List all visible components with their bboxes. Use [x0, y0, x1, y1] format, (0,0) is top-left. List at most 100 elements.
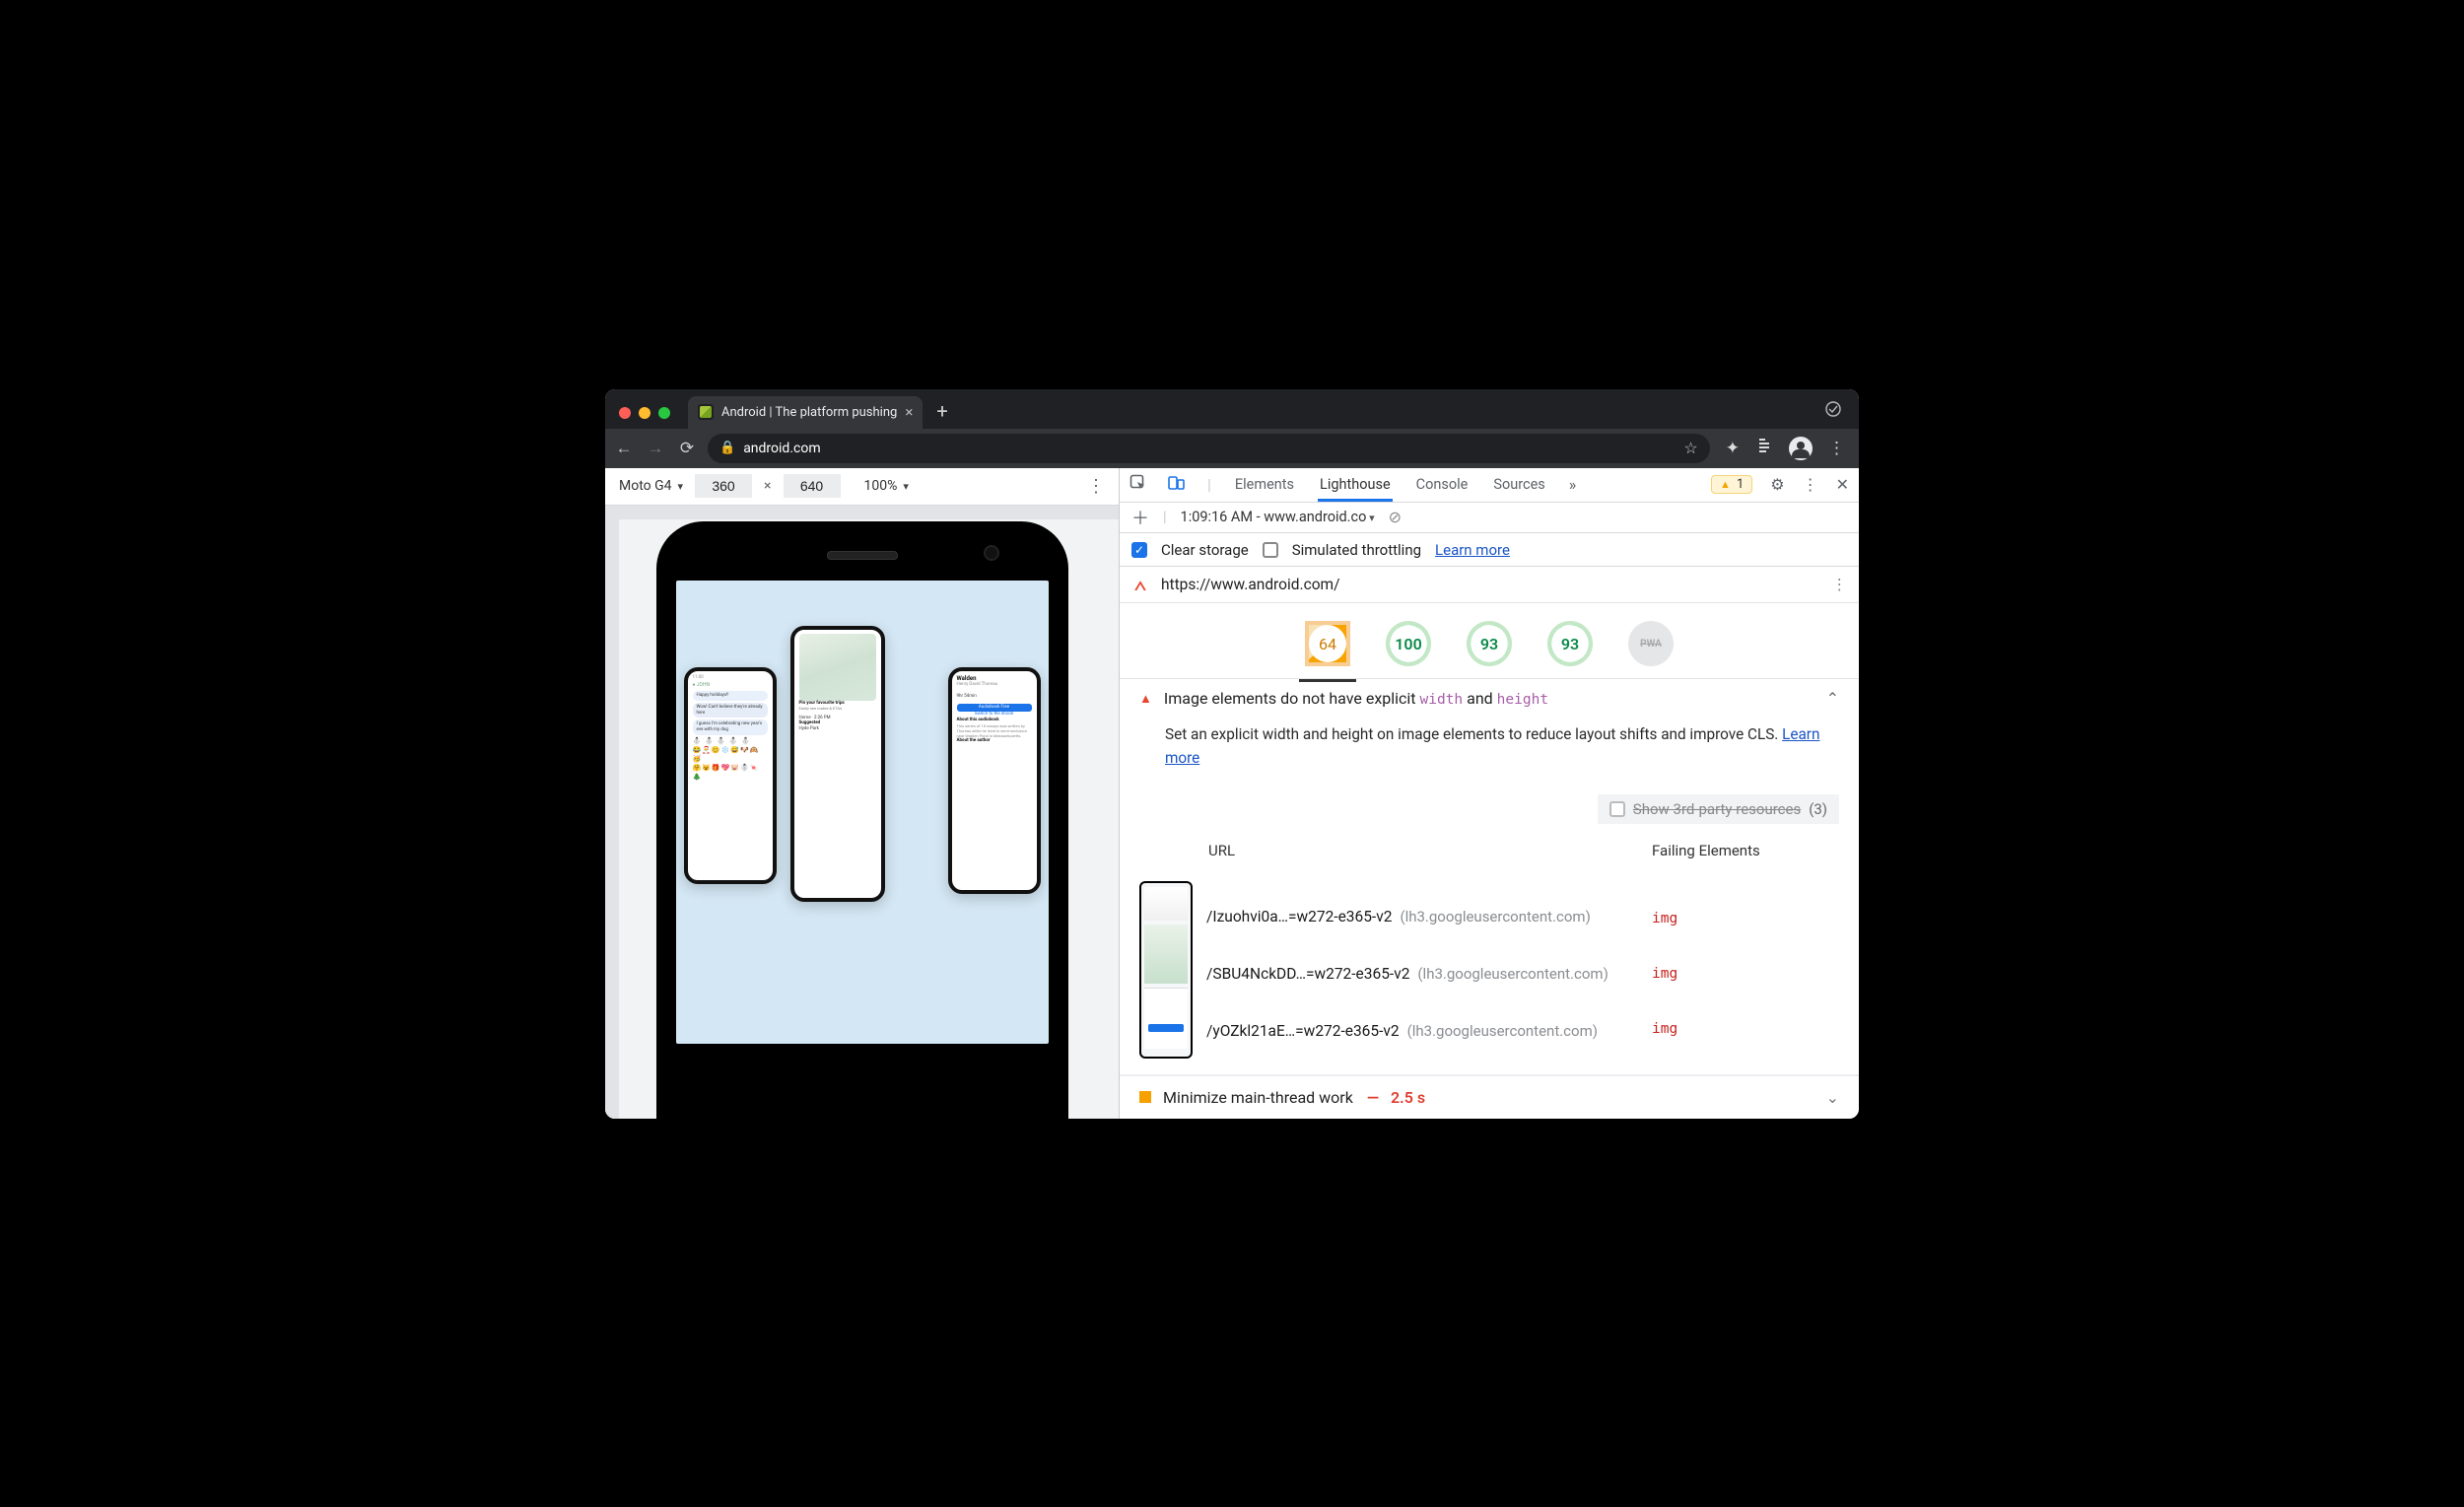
minimize-window-icon[interactable]: [639, 407, 650, 419]
audit-header[interactable]: Image elements do not have explicit widt…: [1139, 689, 1839, 708]
tab-sources[interactable]: Sources: [1491, 468, 1546, 502]
fail-triangle-icon: [1139, 691, 1152, 707]
android-favicon-icon: [698, 404, 714, 420]
extensions-icon[interactable]: ✦: [1726, 439, 1740, 458]
clear-reports-icon[interactable]: ⊘: [1389, 508, 1402, 526]
tab-elements[interactable]: Elements: [1233, 468, 1296, 502]
devtools-tabbar: | Elements Lighthouse Console Sources » …: [1120, 468, 1859, 503]
failing-element: img: [1652, 966, 1839, 982]
browser-menu-icon[interactable]: ⋮: [1828, 439, 1845, 458]
tab-lighthouse[interactable]: Lighthouse: [1318, 468, 1393, 502]
warnings-indicator[interactable]: 1: [1711, 475, 1752, 494]
chevron-up-icon[interactable]: ⌃: [1826, 689, 1839, 708]
table-row: /Izuohvi0a…=w272-e365-v2 (lh3.googleuser…: [1139, 867, 1839, 1072]
gauge-performance[interactable]: 64: [1305, 621, 1350, 666]
bookmark-star-icon[interactable]: ☆: [1683, 439, 1697, 457]
profile-avatar-icon[interactable]: [1789, 437, 1813, 460]
report-menu-icon[interactable]: ⋮: [1832, 576, 1848, 593]
hero-phone-maps: Pin your favourite trips Easily see rout…: [790, 626, 885, 902]
new-report-button[interactable]: ＋: [1131, 505, 1149, 530]
hero-phone-books: Walden Henry David Thoreau 9hr 54min Aud…: [948, 667, 1041, 894]
toolbar-actions: ✦ ⋮: [1720, 437, 1851, 460]
failing-url[interactable]: /yOZkl21aE…=w272-e365-v2 (lh3.googleuser…: [1206, 1022, 1652, 1040]
third-party-count: (3): [1809, 800, 1827, 818]
report-select[interactable]: 1:09:16 AM - www.android.co: [1181, 509, 1375, 525]
close-devtools-icon[interactable]: ✕: [1836, 475, 1849, 494]
third-party-toggle: Show 3rd-party resources (3): [1598, 794, 1839, 824]
device-emulation-pane: Moto G4 × 100% ⋮ 11:00 ● JOHN: [605, 468, 1120, 1119]
tab-strip: Android | The platform pushing × +: [605, 389, 1859, 429]
score-gauges: 64 100 93 93 PWA: [1120, 603, 1859, 679]
ruler-horizontal: [605, 506, 1119, 519]
url-text: android.com: [743, 441, 820, 456]
maximize-window-icon[interactable]: [658, 407, 670, 419]
lighthouse-run-bar: ＋ | 1:09:16 AM - www.android.co ⊘: [1120, 503, 1859, 533]
toggle-device-toolbar-icon[interactable]: [1168, 475, 1186, 495]
gauge-seo[interactable]: 93: [1547, 621, 1593, 666]
tab-console[interactable]: Console: [1414, 468, 1471, 502]
devtools-panel: | Elements Lighthouse Console Sources » …: [1120, 468, 1859, 1119]
warn-square-icon: [1139, 1091, 1151, 1103]
lighthouse-options: Clear storage Simulated throttling Learn…: [1120, 533, 1859, 568]
viewport-height-input[interactable]: [784, 474, 841, 498]
options-learn-more-link[interactable]: Learn more: [1435, 541, 1510, 559]
failing-url[interactable]: /Izuohvi0a…=w272-e365-v2 (lh3.googleuser…: [1206, 908, 1652, 925]
gauge-best-practices[interactable]: 93: [1467, 621, 1512, 666]
browser-toolbar: ← → ⟳ 🔒 android.com ☆ ✦ ⋮: [605, 429, 1859, 468]
address-bar[interactable]: 🔒 android.com ☆: [708, 434, 1710, 463]
ruler-vertical: [605, 506, 619, 1119]
emulated-page[interactable]: 11:00 ● JOHN Happy holidays!! Wow! Can't…: [676, 581, 1049, 1044]
hero-phone-messages: 11:00 ● JOHN Happy holidays!! Wow! Can't…: [684, 667, 777, 884]
more-tabs-icon[interactable]: »: [1569, 475, 1577, 494]
th-url: URL: [1139, 842, 1652, 859]
device-menu-icon[interactable]: ⋮: [1087, 476, 1105, 497]
report-url-row: https://www.android.com/ ⋮: [1120, 567, 1859, 603]
audit-image-dimensions: Image elements do not have explicit widt…: [1120, 679, 1859, 1074]
inspect-element-icon[interactable]: [1129, 474, 1146, 495]
failing-url[interactable]: /SBU4NckDD…=w272-e365-v2 (lh3.googleuser…: [1206, 965, 1652, 983]
failing-element: img: [1652, 911, 1839, 926]
report-url: https://www.android.com/: [1161, 576, 1340, 593]
audit2-title: Minimize main-thread work: [1163, 1088, 1353, 1107]
audit-description: Set an explicit width and height on imag…: [1139, 708, 1829, 780]
reading-list-icon[interactable]: [1755, 437, 1773, 459]
zoom-select[interactable]: 100%: [864, 478, 909, 494]
chevron-down-icon[interactable]: ⌄: [1826, 1088, 1839, 1107]
new-tab-button[interactable]: +: [923, 399, 961, 429]
gauge-pwa[interactable]: PWA: [1628, 621, 1674, 666]
chrome-menu-icon[interactable]: [1815, 401, 1851, 429]
audit2-time: 2.5 s: [1391, 1088, 1425, 1107]
devtools-settings-icon[interactable]: ⚙: [1770, 475, 1784, 494]
failing-element: img: [1652, 1021, 1839, 1037]
back-button[interactable]: ←: [613, 439, 635, 458]
device-select[interactable]: Moto G4: [619, 478, 683, 494]
window-controls[interactable]: [613, 407, 678, 429]
content-area: Moto G4 × 100% ⋮ 11:00 ● JOHN: [605, 468, 1859, 1119]
gauge-accessibility[interactable]: 100: [1386, 621, 1431, 666]
lighthouse-logo-icon: [1131, 576, 1149, 593]
tab-title: Android | The platform pushing: [721, 405, 897, 420]
simulated-throttling-label: Simulated throttling: [1292, 541, 1421, 559]
reload-button[interactable]: ⟳: [676, 439, 698, 458]
audit2-dash: —: [1367, 1088, 1379, 1107]
th-failing: Failing Elements: [1652, 842, 1839, 859]
browser-window: Android | The platform pushing × + ← → ⟳…: [605, 389, 1859, 1119]
lock-icon: 🔒: [719, 441, 735, 455]
dimension-separator: ×: [764, 478, 771, 494]
viewport-width-input[interactable]: [695, 474, 752, 498]
close-window-icon[interactable]: [619, 407, 631, 419]
device-stage[interactable]: 11:00 ● JOHN Happy holidays!! Wow! Can't…: [605, 506, 1119, 1119]
forward-button[interactable]: →: [645, 439, 666, 458]
failing-elements-table: URL Failing Elements /Izuohvi0a…=w272-e3…: [1139, 834, 1839, 1072]
device-toolbar: Moto G4 × 100% ⋮: [605, 468, 1119, 506]
third-party-checkbox[interactable]: [1609, 801, 1625, 817]
clear-storage-label: Clear storage: [1161, 541, 1249, 559]
close-tab-icon[interactable]: ×: [905, 403, 913, 421]
third-party-label: Show 3rd-party resources: [1633, 800, 1801, 818]
browser-tab[interactable]: Android | The platform pushing ×: [688, 396, 923, 429]
audit-main-thread[interactable]: Minimize main-thread work — 2.5 s ⌄: [1120, 1075, 1859, 1119]
thumbnail-preview: [1139, 881, 1193, 1059]
clear-storage-checkbox[interactable]: [1131, 542, 1147, 558]
simulated-throttling-checkbox[interactable]: [1263, 542, 1278, 558]
devtools-menu-icon[interactable]: ⋮: [1803, 475, 1818, 494]
